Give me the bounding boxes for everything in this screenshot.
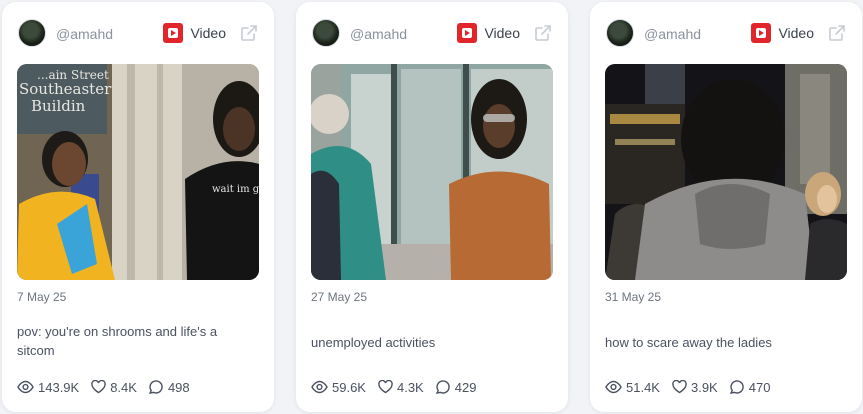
youtube-icon [751,23,772,43]
likes-count: 3.9K [690,379,718,395]
source-badge: Video [457,23,520,43]
engagement-stats: 59.6K 4.3K 429 [311,378,488,396]
heart-icon [378,380,393,394]
engagement-stats: 143.9K 8.4K 498 [17,378,202,396]
heart-icon [672,380,687,394]
post-date: 7 May 25 [17,290,67,304]
author-handle[interactable]: @amahd [350,26,407,42]
post-caption: unemployed activities [311,335,436,350]
views-stat: 51.4K [605,380,660,395]
heart-icon [91,380,106,394]
views-stat: 59.6K [311,380,366,395]
video-thumbnail[interactable]: ...ain Street Southeaster Buildin wait i… [17,64,259,280]
post-caption: pov: you're on shrooms and life's a sitc… [17,324,218,358]
card-header: @amahd Video [18,18,258,48]
card-header: @amahd Video [606,18,846,48]
source-label: Video [190,25,226,41]
likes-stat: 3.9K [672,380,718,395]
avatar[interactable] [18,19,46,47]
comments-count: 470 [748,379,771,395]
source-badge: Video [751,23,814,43]
storefront-sign: Southeaster [19,80,112,98]
author-handle[interactable]: @amahd [644,26,701,42]
video-thumbnail[interactable] [311,64,553,280]
external-link-icon[interactable] [240,24,258,42]
post-date: 27 May 25 [311,290,368,304]
source-badge: Video [163,23,226,43]
comments-stat: 470 [729,379,771,395]
eye-icon [17,380,34,394]
author-handle[interactable]: @amahd [56,26,113,42]
likes-count: 4.3K [396,379,424,395]
youtube-icon [163,23,184,43]
views-count: 59.6K [332,379,366,395]
card-header: @amahd Video [312,18,552,48]
video-thumbnail[interactable] [605,64,847,280]
post-card[interactable]: @amahd Video ...ain Street Southeaster B… [2,2,274,412]
source-label: Video [484,25,520,41]
views-count: 51.4K [626,379,660,395]
engagement-stats: 51.4K 3.9K 470 [605,378,782,396]
comment-icon [148,380,163,394]
avatar[interactable] [606,19,634,47]
comment-icon [435,380,450,394]
post-grid: @amahd Video ...ain Street Southeaster B… [0,0,863,414]
avatar[interactable] [312,19,340,47]
storefront-sign: Buildin [31,97,86,115]
post-date: 31 May 25 [605,290,662,304]
youtube-icon [457,23,478,43]
views-stat: 143.9K [17,380,79,395]
eye-icon [605,380,622,394]
comment-icon [729,380,744,394]
views-count: 143.9K [38,379,80,395]
comments-stat: 429 [435,379,477,395]
post-card[interactable]: @amahd Video [296,2,568,412]
shirt-text: wait im go [212,184,259,195]
post-caption: how to scare away the ladies [605,335,772,350]
comments-count: 498 [167,379,190,395]
likes-stat: 4.3K [378,380,424,395]
source-label: Video [778,25,814,41]
external-link-icon[interactable] [534,24,552,42]
external-link-icon[interactable] [828,24,846,42]
comments-count: 429 [454,379,477,395]
likes-count: 8.4K [110,379,137,395]
post-card[interactable]: @amahd Video [590,2,862,412]
likes-stat: 8.4K [91,380,137,395]
eye-icon [311,380,328,394]
comments-stat: 498 [148,379,190,395]
